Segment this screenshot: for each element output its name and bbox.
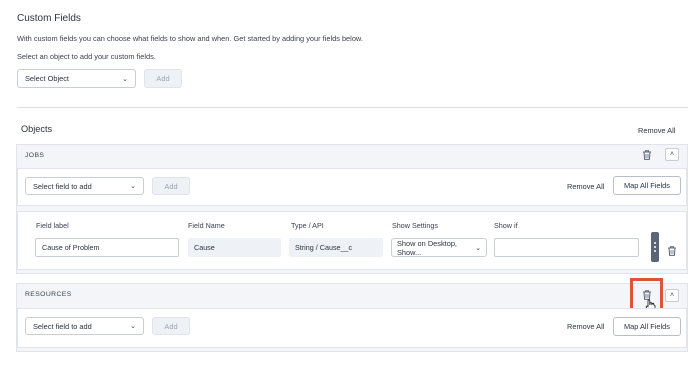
show-settings-dropdown[interactable]: Show on Desktop, Show... ⌄ xyxy=(391,238,487,257)
resources-select-field-value: Select field to add xyxy=(33,321,92,331)
jobs-heading: JOBS xyxy=(25,152,45,159)
chevron-down-icon: ⌄ xyxy=(122,75,128,83)
jobs-add-field-button[interactable]: Add xyxy=(152,177,190,195)
row-delete-button[interactable] xyxy=(666,245,678,259)
resources-select-field-dropdown[interactable]: Select field to add ⌄ xyxy=(25,317,144,335)
jobs-collapse-button[interactable]: ˄ xyxy=(665,148,679,161)
jobs-delete-button[interactable] xyxy=(641,149,653,163)
add-object-button[interactable]: Add xyxy=(144,69,182,88)
remove-all-objects-link[interactable]: Remove All xyxy=(638,126,675,135)
column-header-type-api: Type / API xyxy=(291,221,324,230)
section-divider xyxy=(17,107,688,108)
resources-collapse-button[interactable]: ˄ xyxy=(665,289,679,302)
chevron-down-icon: ⌄ xyxy=(475,244,481,252)
column-header-field-name: Field Name xyxy=(188,221,225,230)
jobs-select-field-value: Select field to add xyxy=(33,181,92,191)
resources-remove-all-link[interactable]: Remove All xyxy=(567,322,604,331)
resources-add-field-button[interactable]: Add xyxy=(152,317,190,335)
type-api-value: String / Cause__c xyxy=(289,238,383,257)
drag-handle-icon[interactable] xyxy=(651,232,659,262)
chevron-up-icon: ˄ xyxy=(669,151,675,158)
chevron-down-icon: ⌄ xyxy=(130,183,136,190)
page-description: With custom fields you can choose what f… xyxy=(17,34,363,43)
show-if-input[interactable] xyxy=(494,238,639,257)
show-settings-value: Show on Desktop, Show... xyxy=(397,238,457,257)
jobs-remove-all-link[interactable]: Remove All xyxy=(567,182,604,191)
column-header-show-settings: Show Settings xyxy=(392,221,438,230)
select-object-hint: Select an object to add your custom fiel… xyxy=(17,52,156,61)
page-title: Custom Fields xyxy=(17,13,81,24)
jobs-map-all-fields-button[interactable]: Map All Fields xyxy=(613,176,681,195)
select-object-dropdown[interactable]: Select Object ⌄ xyxy=(17,69,136,88)
resources-heading: RESOURCES xyxy=(25,291,72,298)
trash-icon xyxy=(643,150,651,160)
resources-map-all-fields-button[interactable]: Map All Fields xyxy=(613,317,681,336)
select-object-value: Select Object xyxy=(25,74,69,83)
column-header-show-if: Show if xyxy=(494,221,518,230)
objects-title: Objects xyxy=(21,124,53,134)
chevron-up-icon: ˄ xyxy=(669,292,675,299)
trash-icon xyxy=(668,246,676,256)
jobs-select-field-dropdown[interactable]: Select field to add ⌄ xyxy=(25,177,144,195)
field-label-input[interactable]: Cause of Problem xyxy=(35,238,179,257)
column-header-field-label: Field label xyxy=(36,221,69,230)
field-name-value: Cause xyxy=(188,238,281,257)
chevron-down-icon: ⌄ xyxy=(130,323,136,330)
